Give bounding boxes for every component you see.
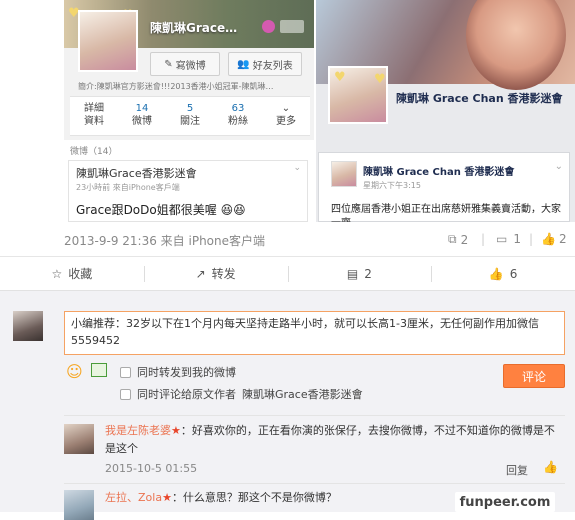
- profile-stats: 詳細 資料 14 微博 5 關注 63 粉絲 ⌄ 更多: [70, 96, 310, 136]
- post-time: 星期六下午3:15: [363, 181, 421, 190]
- post-author: 陳凱琳Grace香港影迷會: [76, 167, 197, 180]
- thumbs-up-icon[interactable]: 👍: [543, 460, 558, 474]
- forward-icon: ↗: [195, 266, 206, 281]
- stat-fans[interactable]: 63 粉絲: [214, 97, 262, 135]
- comment-time: 2015-10-5 01:55: [105, 462, 198, 475]
- image-icon[interactable]: [91, 363, 107, 377]
- thumbs-up-icon: 👍: [488, 266, 504, 281]
- stat-weibo[interactable]: 14 微博: [118, 97, 166, 135]
- comment-panel: 小编推荐：32岁以下在1个月内每天坚持走路半小时，就可以长高1-3厘米，无任何副…: [0, 290, 575, 520]
- comment-button[interactable]: ▤ 2: [287, 257, 432, 290]
- commenter-name[interactable]: 左拉、Zola: [105, 491, 162, 504]
- comment-input[interactable]: 小编推荐：32岁以下在1个月内每天坚持走路半小时，就可以长高1-3厘米，无任何副…: [64, 311, 565, 355]
- emoji-icon[interactable]: ☺: [66, 362, 83, 381]
- settings-icon: [280, 20, 304, 33]
- vip-badge-icon: [262, 20, 275, 33]
- crown-icon: ★: [171, 424, 181, 437]
- chevron-down-icon: ⌄: [281, 103, 291, 114]
- people-icon: 👥: [237, 58, 250, 70]
- comment-author-option[interactable]: 同时评论给原文作者 陳凱琳Grace香港影迷會: [120, 386, 363, 402]
- share-count[interactable]: ⧉ 2: [448, 232, 468, 247]
- profile-name: 陳凱琳Grace…: [150, 21, 238, 35]
- comment-icon: ▤: [346, 266, 359, 281]
- watermark: funpeer.com: [455, 492, 555, 512]
- crown-icon: ★: [162, 491, 172, 504]
- thumbs-up-icon: 👍: [541, 232, 556, 246]
- comment-item: 我是左陈老婆★：好喜欢你的，正在看你演的张保仔，去搜你微博，不过不知道你的微博是…: [64, 415, 565, 477]
- comment-text: 我是左陈老婆★：好喜欢你的，正在看你演的张保仔，去搜你微博，不过不知道你的微博是…: [105, 424, 555, 455]
- profile-intro: 簡介:陳凱琳官方影迷會!!!2013香港小姐冠軍-陳凱琳…: [78, 82, 274, 91]
- forward-option[interactable]: 同时转发到我的微博: [120, 364, 236, 380]
- friends-list-button[interactable]: 👥 好友列表: [228, 52, 302, 76]
- page-name: 陳凱琳 Grace Chan 香港影迷會: [396, 92, 563, 105]
- reply-button[interactable]: 回复: [506, 462, 528, 478]
- my-avatar: [13, 311, 43, 341]
- action-bar: ☆ 收藏 ↗ 转发 ▤ 2 👍 6: [0, 256, 575, 290]
- stat-details[interactable]: 詳細 資料: [70, 97, 118, 135]
- facebook-page-screenshot: ♥ ♥ 陳凱琳 Grace Chan 香港影迷會 陳凱琳 Grace Chan …: [316, 0, 575, 222]
- profile-avatar: [78, 10, 138, 72]
- fb-post-card: 陳凱琳 Grace Chan 香港影迷會 ⌄ 星期六下午3:15 四位應屆香港小…: [318, 152, 570, 222]
- write-weibo-button[interactable]: ✎ 寫微博: [150, 52, 220, 76]
- heart-icon: ♥: [374, 72, 386, 87]
- pencil-icon: ✎: [164, 58, 173, 70]
- post-avatar: [331, 161, 357, 187]
- weibo-post-card: 陳凱琳Grace香港影迷會 ⌄ 23小時前 來自iPhone客戶端 Grace跟…: [68, 160, 308, 222]
- submit-comment-button[interactable]: 评论: [503, 364, 565, 388]
- weibo-list: 微博（14） 陳凱琳Grace香港影迷會 ⌄ 23小時前 來自iPhone客戶端…: [64, 140, 314, 222]
- post-timestamp: 2013-9-9 21:36 来自 iPhone客户端: [64, 234, 266, 248]
- commenter-avatar[interactable]: [64, 424, 94, 454]
- post-time: 23小時前 來自iPhone客戶端: [76, 183, 180, 192]
- heart-icon: ♥: [334, 70, 346, 85]
- favorite-button[interactable]: ☆ 收藏: [0, 257, 144, 290]
- star-icon: ☆: [51, 266, 63, 281]
- comment-count[interactable]: ▭ 1: [496, 232, 521, 246]
- like-count[interactable]: 👍 2: [541, 232, 567, 246]
- commenter-avatar[interactable]: [64, 490, 94, 520]
- embedded-screenshots: ♥ ♥ 陳凱琳Grace… ✎寫微博 👥好友列表 簡介:陳凱琳官方影迷會!!!2…: [0, 0, 575, 228]
- comment-author-checkbox[interactable]: [120, 388, 131, 400]
- forward-checkbox[interactable]: [120, 366, 131, 378]
- post-text: Grace跟DoDo姐都很美喔 😆😆: [76, 203, 246, 217]
- post-text: 四位應屆香港小姐正在出席慈妍雅集義賣活動，大家一齊: [331, 204, 561, 222]
- emoji-icon: 😆😆: [220, 203, 246, 217]
- post-meta: 2013-9-9 21:36 来自 iPhone客户端 ⧉ 2 | ▭ 1 | 👍 2: [64, 232, 567, 248]
- commenter-name[interactable]: 我是左陈老婆: [105, 424, 171, 437]
- weibo-count-header: 微博（14）: [70, 147, 118, 157]
- forward-button[interactable]: ↗ 转发: [143, 257, 288, 290]
- weibo-profile-screenshot: ♥ ♥ 陳凱琳Grace… ✎寫微博 👥好友列表 簡介:陳凱琳官方影迷會!!!2…: [64, 0, 314, 222]
- chevron-down-icon: ⌄: [293, 163, 301, 173]
- like-button[interactable]: 👍 6: [431, 257, 575, 290]
- stat-more[interactable]: ⌄ 更多: [262, 97, 310, 135]
- chevron-down-icon: ⌄: [554, 161, 563, 172]
- stat-following[interactable]: 5 關注: [166, 97, 214, 135]
- comment-icon: ▭: [496, 232, 508, 246]
- share-icon: ⧉: [448, 232, 457, 246]
- post-page-name: 陳凱琳 Grace Chan 香港影迷會: [363, 167, 515, 178]
